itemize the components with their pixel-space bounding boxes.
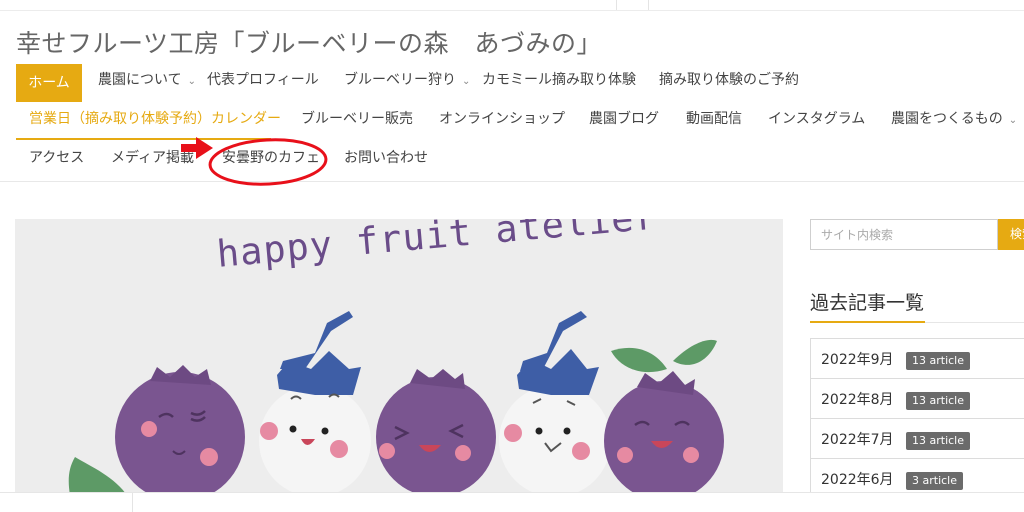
archive-heading: 過去記事一覧: [810, 292, 925, 314]
chevron-down-icon: ⌄: [462, 76, 471, 87]
nav-item-label: 農園をつくるもの: [891, 111, 1003, 127]
search-input[interactable]: [811, 220, 1001, 249]
nav-item-access[interactable]: アクセス: [29, 148, 84, 168]
divider: [616, 0, 617, 10]
archive-heading-underline: [810, 321, 925, 323]
site-title[interactable]: 幸せフルーツ工房「ブルーベリーの森 あづみの」: [16, 24, 602, 60]
archive-month: 2022年6月: [821, 472, 894, 488]
nav-item-label: ブルーベリー狩り: [344, 72, 456, 88]
article-count-badge: 13 article: [906, 392, 970, 410]
archive-item-2022-07[interactable]: 2022年7月 13 article: [810, 418, 1024, 459]
article-count-badge: 13 article: [906, 432, 970, 450]
search-button[interactable]: 検索: [998, 219, 1024, 250]
nav-item-reservation[interactable]: 摘み取り体験のご予約: [659, 70, 799, 90]
nav-item-farm-about[interactable]: 農園について ⌄: [98, 70, 196, 92]
nav-item-farm-makers[interactable]: 農園をつくるもの ⌄: [891, 109, 1017, 131]
nav-item-calendar[interactable]: 営業日（摘み取り体験予約）カレンダー: [29, 109, 281, 129]
divider: [648, 0, 649, 10]
browser-top-strip: [0, 0, 1024, 11]
search-field[interactable]: [810, 219, 1001, 250]
article-count-badge: 13 article: [906, 352, 970, 370]
divider: [132, 493, 133, 512]
nav-item-farm-blog[interactable]: 農園ブログ: [589, 109, 659, 129]
nav-home[interactable]: ホーム: [16, 64, 82, 102]
berry-characters-illustration: [68, 311, 724, 511]
nav-item-representative[interactable]: 代表プロフィール: [207, 70, 319, 90]
annotation-circle-icon: [208, 138, 328, 186]
archive-month: 2022年7月: [821, 432, 894, 448]
article-count-badge: 3 article: [906, 472, 963, 490]
nav-item-contact[interactable]: お問い合わせ: [344, 148, 428, 168]
hero-image: happy fruit atelier: [15, 219, 783, 511]
archive-item-2022-08[interactable]: 2022年8月 13 article: [810, 378, 1024, 419]
chevron-down-icon: ⌄: [1008, 115, 1018, 126]
archive-month: 2022年9月: [821, 352, 894, 368]
nav-item-label: 農園について: [98, 72, 182, 88]
chevron-down-icon: ⌄: [187, 76, 196, 87]
archive-item-2022-09[interactable]: 2022年9月 13 article: [810, 338, 1024, 379]
nav-item-blueberry-sales[interactable]: ブルーベリー販売: [301, 109, 413, 129]
nav-item-chamomile[interactable]: カモミール摘み取り体験: [482, 70, 636, 90]
nav-item-instagram[interactable]: インスタグラム: [768, 109, 865, 129]
nav-divider: [0, 181, 1024, 182]
nav-item-blueberry-picking[interactable]: ブルーベリー狩り ⌄: [344, 70, 470, 92]
footer-strip: [0, 492, 1024, 512]
nav-item-video[interactable]: 動画配信: [686, 109, 742, 129]
archive-month: 2022年8月: [821, 392, 894, 408]
nav-item-online-shop[interactable]: オンラインショップ: [439, 109, 565, 129]
